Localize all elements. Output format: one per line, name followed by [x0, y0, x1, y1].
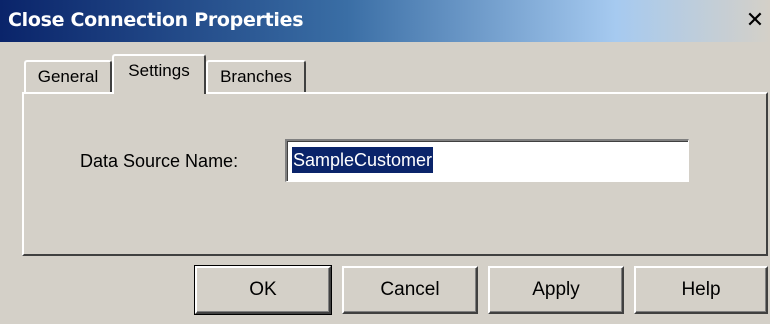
window-title: Close Connection Properties — [8, 9, 304, 31]
title-bar[interactable]: Close Connection Properties ✕ — [0, 0, 770, 42]
tab-general-label: General — [37, 67, 99, 86]
help-button[interactable]: Help — [634, 266, 768, 314]
ok-button[interactable]: OK — [194, 265, 332, 315]
cancel-button[interactable]: Cancel — [342, 266, 478, 314]
close-icon[interactable]: ✕ — [744, 10, 766, 32]
tab-settings-label: Settings — [128, 61, 190, 80]
data-source-name-value: SampleCustomer — [292, 147, 434, 173]
data-source-name-label: Data Source Name: — [80, 151, 239, 171]
tab-settings[interactable]: Settings — [112, 54, 206, 94]
apply-button[interactable]: Apply — [488, 266, 624, 314]
tab-general[interactable]: General — [24, 60, 112, 92]
tab-branches[interactable]: Branches — [206, 60, 306, 92]
tab-branches-label: Branches — [220, 67, 292, 86]
data-source-name-input[interactable]: SampleCustomer — [285, 139, 689, 182]
